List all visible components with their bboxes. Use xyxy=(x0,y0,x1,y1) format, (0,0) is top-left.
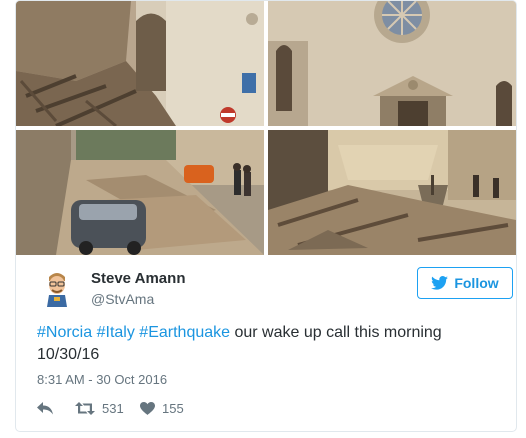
photo-rubble-church-facade[interactable] xyxy=(16,1,264,126)
like-count: 155 xyxy=(162,400,184,416)
retweet-icon xyxy=(75,401,95,415)
retweet-count: 531 xyxy=(102,400,124,416)
tweet-actions: 531 155 xyxy=(37,398,237,418)
photo-church-rose-window[interactable] xyxy=(268,1,516,126)
avatar[interactable] xyxy=(37,267,77,307)
hashtag-italy[interactable]: #Italy xyxy=(97,324,135,341)
author-handle[interactable]: @StvAma xyxy=(91,291,154,307)
photo-collapsed-piazza[interactable] xyxy=(268,130,516,255)
tweet-card: Steve Amann @StvAma Follow #Norcia #Ital… xyxy=(15,0,517,432)
tweet-text: #Norcia #Italy #Earthquake our wake up c… xyxy=(37,322,497,366)
reply-icon xyxy=(37,401,53,414)
reply-button[interactable] xyxy=(37,398,53,418)
tweet-author: Steve Amann @StvAma Follow xyxy=(37,267,513,311)
hashtag-earthquake[interactable]: #Earthquake xyxy=(139,324,230,341)
like-button[interactable]: 155 xyxy=(140,398,184,418)
tweet-timestamp[interactable]: 8:31 AM - 30 Oct 2016 xyxy=(37,372,167,387)
media-grid xyxy=(16,1,516,255)
follow-button[interactable]: Follow xyxy=(417,267,513,299)
photo-street-debris-car[interactable] xyxy=(16,130,264,255)
author-name[interactable]: Steve Amann xyxy=(91,270,185,287)
hashtag-norcia[interactable]: #Norcia xyxy=(37,324,92,341)
twitter-bird-icon xyxy=(431,276,449,290)
follow-label: Follow xyxy=(454,275,499,291)
heart-icon xyxy=(140,401,155,415)
avatar-cartoon-icon xyxy=(37,267,77,307)
retweet-button[interactable]: 531 xyxy=(75,398,124,418)
